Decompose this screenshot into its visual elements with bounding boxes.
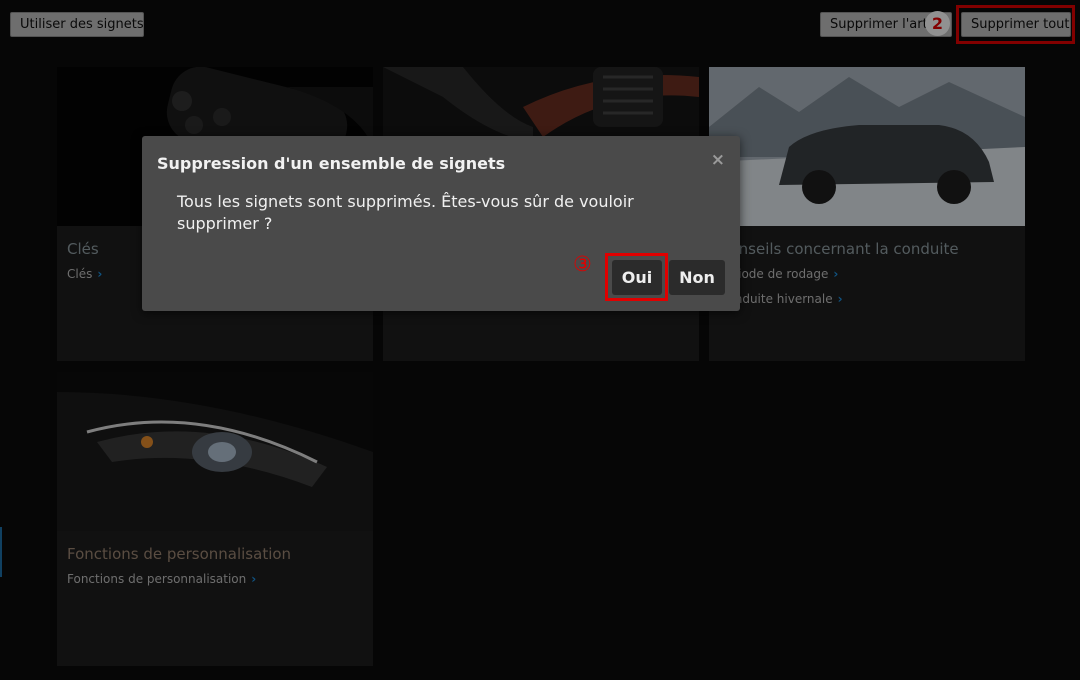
dialog-title: Suppression d'un ensemble de signets	[157, 154, 506, 173]
modal-overlay	[0, 0, 1080, 680]
dialog-message: Tous les signets sont supprimés. Êtes-vo…	[177, 192, 634, 233]
no-button[interactable]: Non	[669, 260, 725, 295]
highlight-yes-button	[605, 253, 668, 301]
step-3-marker: ③	[573, 252, 592, 276]
close-icon[interactable]: ×	[711, 150, 725, 170]
